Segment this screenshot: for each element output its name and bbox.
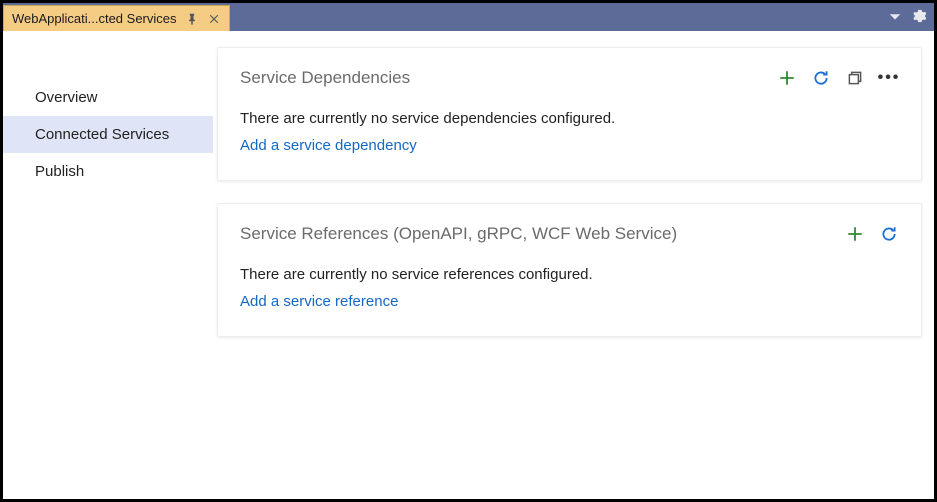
tab-title: WebApplicati...cted Services: [12, 11, 177, 26]
ellipsis-icon[interactable]: •••: [879, 68, 899, 88]
plus-icon[interactable]: [845, 224, 865, 244]
pin-icon[interactable]: [185, 12, 199, 26]
refresh-icon[interactable]: [811, 68, 831, 88]
add-service-reference-link[interactable]: Add a service reference: [240, 293, 899, 310]
restore-icon[interactable]: [845, 68, 865, 88]
sidebar-item-label: Publish: [35, 163, 84, 180]
card-body-text: There are currently no service dependenc…: [240, 110, 899, 127]
sidebar: Overview Connected Services Publish: [3, 31, 213, 499]
service-dependencies-card: Service Dependencies ••• There are curre…: [217, 47, 922, 181]
refresh-icon[interactable]: [879, 224, 899, 244]
sidebar-item-connected-services[interactable]: Connected Services: [3, 116, 213, 153]
sidebar-item-label: Overview: [35, 89, 98, 106]
card-body-text: There are currently no service reference…: [240, 266, 899, 283]
service-references-card: Service References (OpenAPI, gRPC, WCF W…: [217, 203, 922, 337]
document-tab[interactable]: WebApplicati...cted Services: [3, 5, 230, 31]
window-position-icon[interactable]: [886, 7, 904, 25]
card-title: Service Dependencies: [240, 68, 410, 88]
tab-bar: WebApplicati...cted Services: [3, 3, 934, 31]
close-icon[interactable]: [207, 12, 221, 26]
card-title: Service References (OpenAPI, gRPC, WCF W…: [240, 224, 677, 244]
content-area: Service Dependencies ••• There are curre…: [213, 31, 934, 499]
gear-icon[interactable]: [910, 7, 928, 25]
sidebar-item-overview[interactable]: Overview: [3, 79, 213, 116]
sidebar-item-label: Connected Services: [35, 126, 169, 143]
add-service-dependency-link[interactable]: Add a service dependency: [240, 137, 899, 154]
sidebar-item-publish[interactable]: Publish: [3, 153, 213, 190]
main-area: Overview Connected Services Publish Serv…: [3, 31, 934, 499]
plus-icon[interactable]: [777, 68, 797, 88]
